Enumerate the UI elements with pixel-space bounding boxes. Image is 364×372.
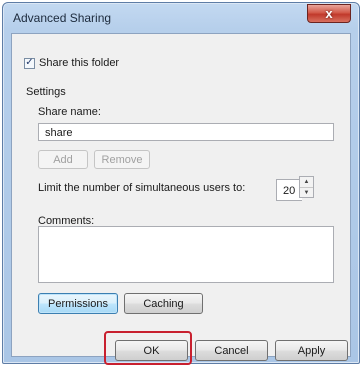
settings-legend: Settings (26, 86, 66, 98)
share-name-label: Share name: (38, 106, 101, 118)
checkmark-icon: ✓ (25, 57, 34, 68)
spin-down-icon[interactable]: ▼ (300, 187, 313, 198)
spin-up-icon[interactable]: ▲ (300, 177, 313, 187)
cancel-button[interactable]: Cancel (195, 340, 268, 361)
add-button[interactable]: Add (38, 150, 88, 169)
close-button[interactable]: x (307, 4, 351, 23)
share-this-folder-row[interactable]: ✓ Share this folder (24, 57, 119, 69)
caching-button[interactable]: Caching (124, 293, 203, 314)
share-name-input[interactable]: share (38, 123, 334, 141)
title-bar[interactable]: Advanced Sharing x (3, 3, 359, 31)
close-icon: x (325, 6, 333, 21)
ok-button-highlight (104, 331, 192, 365)
permissions-button[interactable]: Permissions (38, 293, 118, 314)
limit-users-label: Limit the number of simultaneous users t… (38, 182, 246, 194)
apply-button[interactable]: Apply (275, 340, 348, 361)
share-this-folder-label[interactable]: Share this folder (39, 57, 119, 69)
dialog-title: Advanced Sharing (13, 11, 112, 25)
comments-textarea[interactable] (38, 226, 334, 283)
share-this-folder-checkbox[interactable]: ✓ (24, 57, 35, 69)
user-limit-spinner[interactable]: ▲ ▼ (299, 176, 314, 198)
remove-button[interactable]: Remove (94, 150, 150, 169)
